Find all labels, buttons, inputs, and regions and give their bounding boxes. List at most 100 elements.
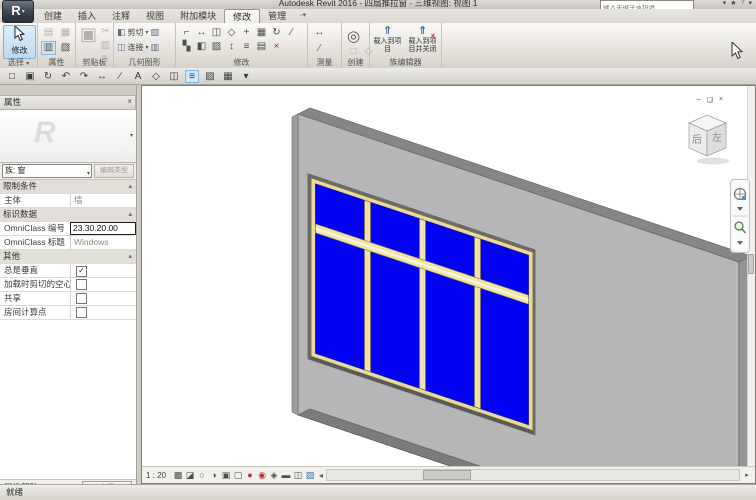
- align-icon[interactable]: ⌐: [179, 26, 194, 40]
- restore-view-icon[interactable]: ❏: [707, 96, 713, 104]
- type-selector[interactable]: 族: 窗 ▾: [2, 164, 92, 178]
- wheel-dropdown-icon[interactable]: [737, 207, 743, 211]
- properties-icon[interactable]: ▥: [41, 41, 56, 55]
- wall-left-edge[interactable]: [292, 114, 298, 415]
- close-hidden-windows-icon[interactable]: ▨: [203, 70, 217, 83]
- customize-qat-icon[interactable]: ▾: [239, 70, 253, 83]
- tab-manage[interactable]: 管理: [260, 9, 294, 23]
- family-connect-icon[interactable]: ▧: [58, 41, 73, 55]
- application-menu-button[interactable]: R▾: [2, 0, 34, 23]
- view-scale[interactable]: 1 : 20: [146, 471, 166, 480]
- window-mullion-2[interactable]: [420, 219, 426, 391]
- section-constraints[interactable]: 限制条件 ▴: [0, 180, 136, 194]
- paint-icon[interactable]: ▨: [151, 27, 160, 38]
- close-icon[interactable]: ×: [127, 96, 132, 108]
- collapse-icon[interactable]: ▴: [128, 208, 132, 221]
- help-dropdown-icon[interactable]: ▾: [748, 0, 752, 7]
- create-group-icon[interactable]: ◎: [347, 27, 360, 45]
- collapse-icon[interactable]: ▴: [128, 180, 132, 193]
- vertical-scrollbar-thumb[interactable]: [748, 254, 754, 274]
- checkbox[interactable]: [76, 307, 87, 318]
- temporary-view-icon[interactable]: ◈: [268, 470, 280, 481]
- minimize-view-icon[interactable]: –: [697, 96, 701, 104]
- pin-icon[interactable]: ↕: [224, 40, 239, 54]
- family-category-icon[interactable]: ▦: [58, 26, 73, 40]
- crop-view-icon[interactable]: ▢: [232, 470, 244, 481]
- undo-icon[interactable]: ↶: [59, 70, 73, 83]
- detail-level-icon[interactable]: ▩: [172, 470, 184, 481]
- dimension-tool-icon[interactable]: ∕: [312, 42, 327, 56]
- ribbon-state-dropdown-icon[interactable]: ▫▾: [300, 9, 306, 23]
- palette-header[interactable]: 属性 ×: [0, 95, 136, 110]
- aligned-dimension-icon[interactable]: ∕: [113, 70, 127, 83]
- help-icon[interactable]: ?: [741, 0, 745, 7]
- text-icon[interactable]: A: [131, 70, 145, 83]
- vertical-scrollbar[interactable]: [747, 86, 755, 468]
- zoom-dropdown-icon[interactable]: [737, 241, 743, 245]
- section-other[interactable]: 其他 ▴: [0, 250, 136, 264]
- analytical-model-icon[interactable]: ▨: [304, 470, 316, 481]
- trim-multi-icon[interactable]: ▤: [254, 40, 269, 54]
- worksharing-icon[interactable]: ◫: [292, 470, 304, 481]
- sun-path-icon[interactable]: ○: [196, 470, 208, 480]
- edit-type-button[interactable]: 编辑类型: [94, 164, 134, 178]
- tab-modify[interactable]: 修改: [224, 9, 260, 23]
- scale-icon[interactable]: ▨: [209, 40, 224, 54]
- trim-icon[interactable]: ∕: [284, 26, 299, 40]
- section-icon[interactable]: ◫: [167, 70, 181, 83]
- window-mullion-1[interactable]: [365, 200, 371, 372]
- horizontal-scrollbar-thumb[interactable]: [423, 470, 471, 480]
- load-into-project-button[interactable]: ⇑ 载入到项目: [371, 25, 404, 57]
- paste-icon[interactable]: ▣: [80, 27, 95, 41]
- view-cube-left-label[interactable]: 左: [712, 131, 722, 144]
- family-types-icon[interactable]: ▤: [41, 26, 56, 40]
- zoom-icon[interactable]: [735, 222, 743, 230]
- horizontal-scrollbar[interactable]: [326, 469, 740, 481]
- show-constraints-icon[interactable]: ▬: [280, 470, 292, 480]
- move-icon[interactable]: +: [239, 26, 254, 40]
- demolish-icon[interactable]: ▥: [151, 42, 160, 53]
- join-geometry-button[interactable]: ◫ 连接▾ ▥: [117, 42, 159, 53]
- type-selector-dropdown-icon[interactable]: ▾: [130, 132, 133, 139]
- tab-insert[interactable]: 插入: [70, 9, 104, 23]
- measure-icon[interactable]: ↔: [95, 70, 109, 83]
- switch-windows-icon[interactable]: ▦: [221, 70, 235, 83]
- viewport-canvas[interactable]: – ❏ × 后 左: [142, 86, 755, 468]
- measure-tool-icon[interactable]: ↔: [312, 26, 327, 40]
- mirror-pick-icon[interactable]: ◇: [224, 26, 239, 40]
- thin-lines-icon[interactable]: ≡: [185, 70, 199, 83]
- tab-annotate[interactable]: 注释: [104, 9, 138, 23]
- temporary-hide-icon[interactable]: ●: [244, 470, 256, 480]
- checkbox[interactable]: ✓: [76, 266, 87, 277]
- shadows-icon[interactable]: ◑: [208, 470, 220, 480]
- group-icon[interactable]: □: [346, 45, 361, 59]
- show-rendering-icon[interactable]: ▣: [220, 470, 232, 481]
- save-icon[interactable]: ▣: [23, 70, 37, 83]
- omniclass-number-field[interactable]: 23.30.20.00: [70, 222, 136, 235]
- checkbox[interactable]: [76, 279, 87, 290]
- type-preview[interactable]: R ▾: [0, 110, 136, 163]
- checkbox[interactable]: [76, 293, 87, 304]
- tab-view[interactable]: 视图: [138, 9, 172, 23]
- array-icon[interactable]: ◧: [194, 40, 209, 54]
- redo-icon[interactable]: ↷: [77, 70, 91, 83]
- cut-to-clipboard-icon[interactable]: ✂: [98, 25, 113, 39]
- modify-select-button[interactable]: 修改: [3, 25, 36, 59]
- section-identity-data[interactable]: 标识数据 ▴: [0, 208, 136, 222]
- cut-geometry-button[interactable]: ◧ 剪切▾ ▨: [117, 27, 159, 38]
- load-into-project-close-button[interactable]: ⇑× 载入到项目并关闭: [406, 25, 439, 57]
- 3d-wall-model[interactable]: [142, 86, 755, 468]
- reveal-hidden-icon[interactable]: ◉: [256, 470, 268, 481]
- delete-icon[interactable]: ×: [269, 40, 284, 54]
- drawing-area[interactable]: – ❏ × 后 左: [141, 85, 756, 484]
- tab-addins[interactable]: 附加模块: [172, 9, 224, 23]
- split-icon[interactable]: ▚: [179, 40, 194, 54]
- search-dropdown-icon[interactable]: ▾: [723, 0, 727, 7]
- tab-create[interactable]: 创建: [36, 9, 70, 23]
- view-cube[interactable]: 后 左: [679, 108, 735, 170]
- sync-icon[interactable]: ↻: [41, 70, 55, 83]
- close-view-icon[interactable]: ×: [719, 96, 723, 104]
- collapse-arrow-icon[interactable]: ◂: [319, 471, 323, 480]
- collapse-icon[interactable]: ▴: [128, 250, 132, 263]
- unpin-icon[interactable]: ≡: [239, 40, 254, 54]
